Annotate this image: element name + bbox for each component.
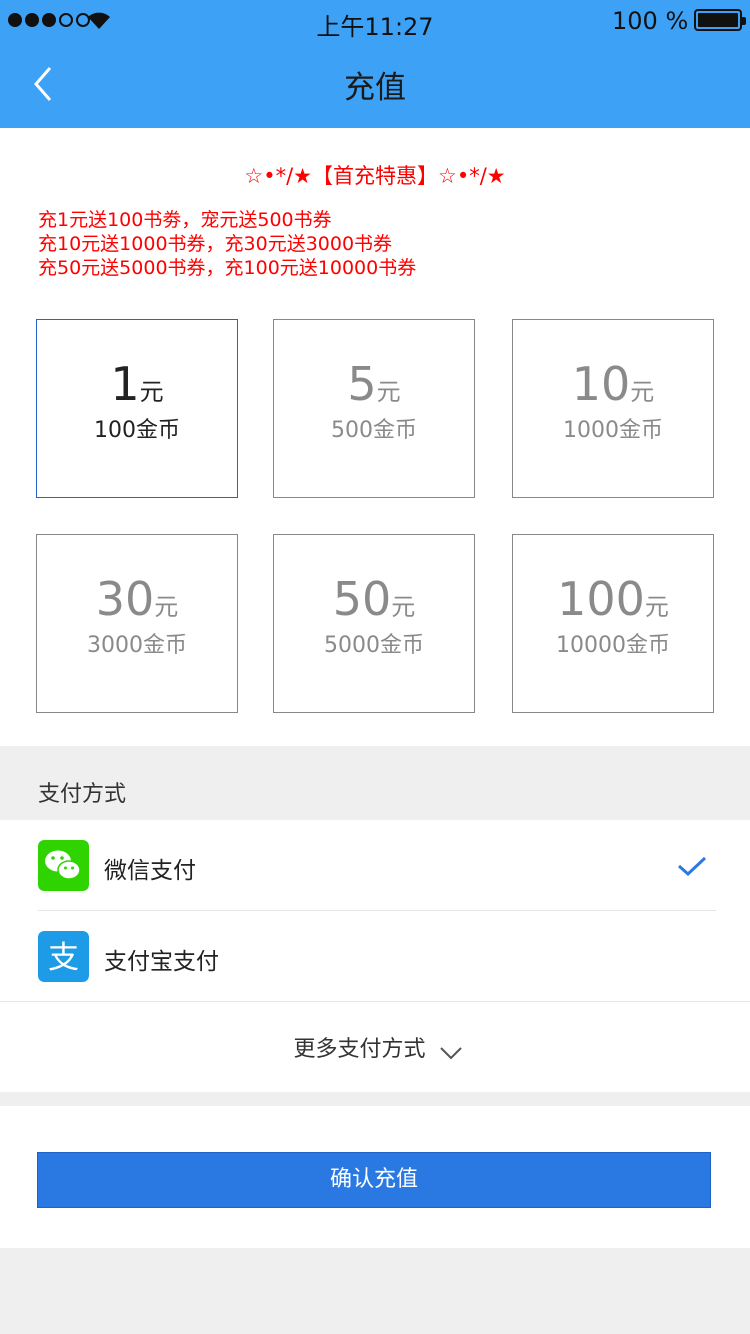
option-coins: 5000金币 (324, 633, 424, 658)
option-unit: 元 (630, 378, 655, 406)
recharge-panel: ☆•*/★【首充特惠】☆•*/★ 充1元送100书劵，宠元送500书券 充10元… (0, 128, 750, 746)
battery-percent: 100 % (612, 7, 689, 35)
nav-header: 上午11:27 100 % 充值 (0, 0, 750, 128)
option-coins: 3000金币 (87, 633, 187, 658)
option-amount: 50 (332, 572, 392, 626)
battery-nub (742, 17, 746, 25)
svg-text:支: 支 (48, 940, 79, 976)
amount-option-5[interactable]: 5元 500金币 (273, 319, 475, 498)
promo-lines: 充1元送100书劵，宠元送500书券 充10元送1000书券，充30元送3000… (38, 208, 416, 280)
amount-option-30[interactable]: 30元 3000金币 (36, 534, 238, 713)
option-amount: 5 (347, 357, 377, 411)
option-amount: 10 (571, 357, 631, 411)
page-title: 充值 (344, 70, 406, 106)
payment-label: 微信支付 (104, 858, 196, 884)
confirm-section: 确认充值 (0, 1106, 750, 1248)
option-coins: 500金币 (331, 418, 417, 443)
battery-fill (698, 13, 738, 27)
amount-option-10[interactable]: 10元 1000金币 (512, 319, 714, 498)
option-amount: 1 (110, 357, 140, 411)
option-unit: 元 (391, 593, 416, 621)
amount-option-50[interactable]: 50元 5000金币 (273, 534, 475, 713)
payment-option-wechat[interactable]: 微信支付 (0, 820, 750, 910)
amount-option-100[interactable]: 100元 10000金币 (512, 534, 714, 713)
payment-label: 支付宝支付 (104, 949, 219, 975)
option-unit: 元 (139, 378, 164, 406)
option-coins: 10000金币 (556, 633, 670, 658)
checkmark-icon (678, 856, 707, 877)
promo-title: ☆•*/★【首充特惠】☆•*/★ (244, 164, 506, 188)
payment-methods: 微信支付 支 支付宝支付 更多支付方式 (0, 820, 750, 1092)
option-unit: 元 (376, 378, 401, 406)
confirm-recharge-button[interactable]: 确认充值 (37, 1152, 711, 1208)
option-amount: 100 (557, 572, 645, 626)
promo-line: 充50元送5000书券，充100元送10000书券 (38, 257, 417, 279)
battery-icon (694, 9, 746, 31)
more-payment-label: 更多支付方式 (293, 1037, 426, 1062)
more-payment-methods-button[interactable]: 更多支付方式 (0, 1001, 750, 1092)
payment-option-alipay[interactable]: 支 支付宝支付 (0, 911, 750, 1001)
alipay-icon: 支 (38, 931, 89, 982)
promo-line: 充1元送100书劵，宠元送500书券 (38, 209, 332, 231)
wechat-icon (38, 840, 89, 891)
option-unit: 元 (644, 593, 669, 621)
payment-section-label: 支付方式 (38, 782, 127, 807)
chevron-down-icon (439, 1047, 462, 1060)
status-bar: 上午11:27 100 % (0, 0, 750, 41)
option-coins: 100金币 (94, 418, 180, 443)
option-unit: 元 (154, 593, 179, 621)
promo-line: 充10元送1000书券，充30元送3000书券 (38, 233, 393, 255)
amount-option-1[interactable]: 1元 100金币 (36, 319, 238, 498)
option-amount: 30 (95, 572, 155, 626)
option-coins: 1000金币 (563, 418, 663, 443)
